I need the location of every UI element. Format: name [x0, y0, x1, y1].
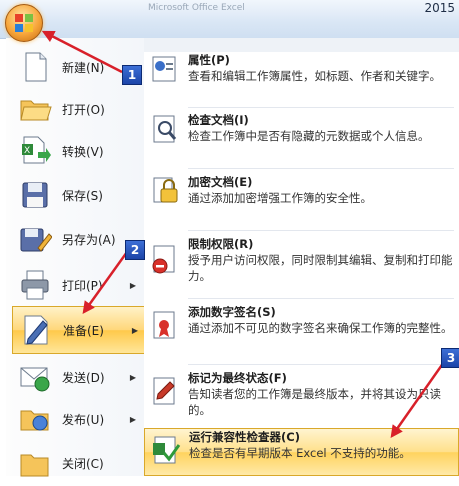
submenu-item-desc: 告知读者您的工作簿是最终版本，并将其设为只读的。: [188, 387, 441, 417]
divider: [188, 230, 454, 231]
submenu-item-digital-signature[interactable]: 添加数字签名(S) 通过添加不可见的数字签名来确保工作簿的完整性。: [144, 304, 459, 358]
submenu-item-title: 添加数字签名(S): [188, 305, 276, 319]
prepare-submenu: 属性(P) 查看和编辑工作簿属性，如标题、作者和关键字。 检查文档(I) 检查工…: [144, 38, 459, 476]
submenu-item-desc: 检查工作簿中是否有隐藏的元数据或个人信息。: [188, 129, 430, 143]
submenu-header: [144, 38, 459, 52]
submenu-item-mark-final[interactable]: 标记为最终状态(F) 告知读者您的工作簿是最终版本，并将其设为只读的。: [144, 370, 459, 424]
divider: [188, 168, 454, 169]
callout-2: 2: [125, 240, 145, 260]
menu-item-print[interactable]: 打印(P) ▶: [12, 262, 144, 308]
compatibility-checker-icon: [153, 436, 181, 464]
menu-item-close[interactable]: 关闭(C): [12, 440, 144, 486]
close-folder-icon: [20, 454, 49, 477]
submenu-item-title: 限制权限(R): [188, 237, 254, 251]
submenu-item-restrict-permission[interactable]: 限制权限(R) 授予用户访问权限，同时限制其编辑、复制和打印能力。: [144, 236, 459, 294]
menu-item-convert[interactable]: X 转换(V): [12, 128, 144, 174]
submenu-item-desc: 检查是否有早期版本 Excel 不支持的功能。: [189, 446, 411, 460]
submenu-item-desc: 授予用户访问权限，同时限制其编辑、复制和打印能力。: [188, 253, 453, 283]
submenu-arrow-icon: ▶: [129, 280, 136, 290]
svg-text:X: X: [24, 146, 30, 156]
publish-icon: [20, 410, 49, 431]
submenu-item-title: 运行兼容性检查器(C): [189, 430, 300, 444]
submenu-item-title: 加密文档(E): [188, 175, 253, 189]
new-document-icon: [25, 52, 47, 82]
submenu-item-title: 属性(P): [188, 53, 230, 67]
menu-item-send[interactable]: 发送(D) ▶: [12, 354, 144, 400]
office-logo-icon: [15, 14, 33, 32]
inspect-document-icon: [153, 115, 177, 143]
title-year: 2015: [424, 1, 455, 15]
submenu-item-encrypt[interactable]: 加密文档(E) 通过添加加密增强工作簿的安全性。: [144, 174, 459, 220]
submenu-item-title: 标记为最终状态(F): [188, 371, 287, 385]
submenu-item-inspect[interactable]: 检查文档(I) 检查工作簿中是否有隐藏的元数据或个人信息。: [144, 112, 459, 158]
submenu-item-desc: 通过添加加密增强工作簿的安全性。: [188, 191, 372, 205]
menu-item-publish[interactable]: 发布(U) ▶: [12, 396, 144, 442]
encrypt-lock-icon: [153, 177, 178, 203]
open-folder-icon: [20, 100, 52, 121]
submenu-item-compatibility-checker[interactable]: 运行兼容性检查器(C) 检查是否有早期版本 Excel 不支持的功能。: [144, 428, 459, 476]
office-button[interactable]: [5, 4, 43, 42]
menu-item-prepare[interactable]: 准备(E) ▶: [12, 306, 147, 354]
send-icon: [20, 367, 50, 392]
submenu-item-title: 检查文档(I): [188, 113, 249, 127]
printer-icon: [21, 270, 49, 300]
digital-signature-icon: [153, 311, 175, 339]
submenu-item-desc: 查看和编辑工作簿属性，如标题、作者和关键字。: [188, 69, 441, 83]
convert-icon: X: [22, 136, 51, 164]
divider: [188, 298, 454, 299]
callout-3: 3: [441, 348, 459, 368]
submenu-arrow-icon: ▶: [129, 414, 136, 424]
properties-icon: [152, 56, 176, 82]
restrict-permission-icon: [152, 245, 175, 274]
callout-1: 1: [122, 65, 142, 85]
window-title: Microsoft Office Excel: [148, 3, 245, 13]
save-disk-icon: [22, 182, 48, 208]
submenu-item-desc: 通过添加不可见的数字签名来确保工作簿的完整性。: [188, 321, 453, 335]
save-as-icon: [20, 228, 52, 252]
submenu-arrow-icon: ▶: [131, 325, 138, 335]
submenu-item-properties[interactable]: 属性(P) 查看和编辑工作簿属性，如标题、作者和关键字。: [144, 52, 459, 98]
divider: [188, 364, 454, 365]
menu-item-save[interactable]: 保存(S): [12, 172, 144, 218]
divider: [188, 107, 454, 108]
mark-final-icon: [153, 377, 175, 405]
submenu-arrow-icon: ▶: [129, 372, 136, 382]
prepare-icon: [24, 315, 48, 345]
menu-item-open[interactable]: 打开(O): [12, 86, 144, 132]
title-bar: Microsoft Office Excel 2015: [0, 0, 459, 39]
